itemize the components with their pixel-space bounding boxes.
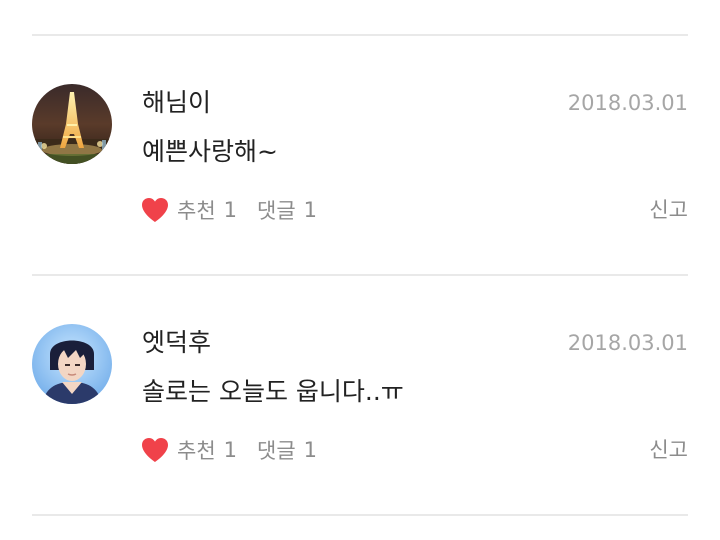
comment-date: 2018.03.01 (567, 331, 688, 355)
user-avatar[interactable] (32, 324, 112, 404)
eiffel-tower-photo-avatar-icon (32, 84, 112, 164)
like-label[interactable]: 추천 (177, 435, 216, 465)
top-divider (32, 34, 688, 36)
heart-icon[interactable] (140, 436, 170, 464)
reply-label[interactable]: 댓글 (257, 195, 296, 225)
like-count: 1 (223, 438, 238, 462)
like-label[interactable]: 추천 (177, 195, 216, 225)
report-button[interactable]: 신고 (649, 194, 688, 226)
comment-item: 엣덕후 2018.03.01 솔로는 오늘도 웁니다..ㅠ 추천 1 댓글 1 … (32, 324, 688, 484)
username[interactable]: 엣덕후 (142, 326, 211, 360)
reply-count: 1 (303, 198, 318, 222)
like-count: 1 (223, 198, 238, 222)
reply-count: 1 (303, 438, 318, 462)
username[interactable]: 해님이 (142, 86, 211, 120)
comment-actions: 추천 1 댓글 1 (140, 194, 337, 226)
comment-item: 해님이 2018.03.01 예쁜사랑해~ 추천 1 댓글 1 신고 (32, 84, 688, 244)
user-avatar[interactable] (32, 84, 112, 164)
heart-icon[interactable] (140, 196, 170, 224)
comment-text: 솔로는 오늘도 웁니다..ㅠ (142, 377, 404, 406)
comment-actions: 추천 1 댓글 1 (140, 434, 337, 466)
comment-divider (32, 514, 688, 516)
comment-divider (32, 274, 688, 276)
reply-label[interactable]: 댓글 (257, 435, 296, 465)
comment-date: 2018.03.01 (567, 91, 688, 115)
comment-text: 예쁜사랑해~ (142, 137, 278, 166)
person-photo-avatar-icon (32, 324, 112, 404)
report-button[interactable]: 신고 (649, 434, 688, 466)
